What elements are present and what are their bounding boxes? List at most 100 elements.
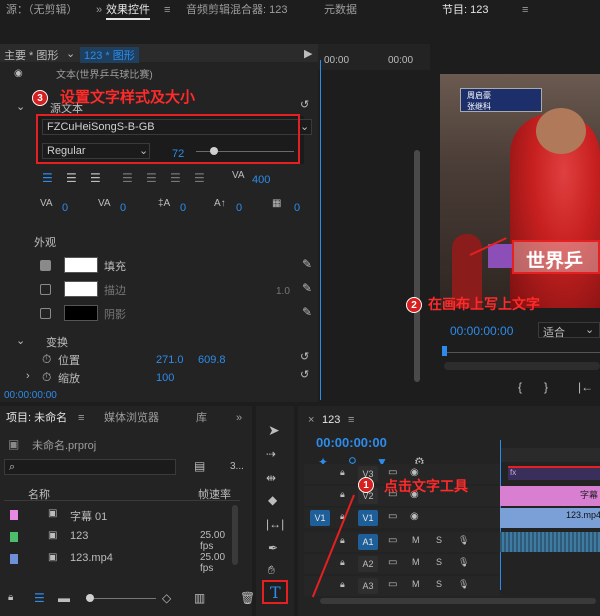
- solo-button[interactable]: S: [436, 535, 442, 545]
- tab-effect-controls[interactable]: 效果控件: [106, 0, 150, 20]
- track-select-tool-icon[interactable]: ⇢: [266, 448, 276, 460]
- scale-stopwatch-icon[interactable]: ⏱: [42, 371, 51, 383]
- automate-icon[interactable]: ▥: [194, 592, 205, 604]
- mute-button[interactable]: M: [412, 579, 420, 589]
- justify-all-icon[interactable]: ☰: [194, 172, 205, 184]
- timeline-close-icon[interactable]: ×: [308, 410, 314, 430]
- menu-icon[interactable]: »: [96, 0, 102, 20]
- track-lock-icon[interactable]: 🔒︎: [340, 489, 345, 500]
- leading-value[interactable]: 0: [180, 202, 186, 214]
- timeline-hscroll[interactable]: [320, 598, 596, 604]
- program-video-frame[interactable]: 周启豪 张继科 世界乒: [440, 74, 600, 308]
- solo-button[interactable]: S: [436, 579, 442, 589]
- selection-tool-icon[interactable]: ➤: [268, 423, 280, 437]
- zoom-slider-thumb[interactable]: [86, 594, 94, 602]
- program-timecode[interactable]: 00:00:00:00: [450, 324, 513, 338]
- new-bin-icon[interactable]: ▤: [194, 460, 205, 472]
- tracking-value[interactable]: 400: [252, 174, 270, 186]
- tab-timeline[interactable]: 123: [322, 410, 340, 430]
- stroke-value[interactable]: 1.0: [276, 286, 290, 297]
- tab-audio-mixer[interactable]: 音频剪辑混合器: 123: [186, 0, 287, 20]
- icon-view-icon[interactable]: ▬: [58, 592, 70, 604]
- align-right-icon[interactable]: ☰: [90, 172, 101, 184]
- source-text-chevron[interactable]: ⌄: [16, 100, 25, 113]
- sync-lock-icon[interactable]: ▭: [388, 535, 397, 546]
- tab-library[interactable]: 库: [196, 408, 207, 428]
- position-reset-icon[interactable]: ↺: [300, 350, 309, 363]
- shadow-eyedropper-icon[interactable]: ✎: [302, 306, 312, 318]
- go-to-in-icon[interactable]: |←: [578, 381, 593, 393]
- lock-icon[interactable]: 🔒︎: [8, 592, 13, 604]
- timeline-menu-icon[interactable]: ≡: [348, 410, 354, 430]
- voiceover-mic-icon[interactable]: 🎙︎: [458, 535, 469, 546]
- project-menu-icon[interactable]: ≡: [78, 408, 84, 428]
- audio-clip[interactable]: [500, 532, 600, 552]
- tab-metadata[interactable]: 元数据: [324, 0, 357, 20]
- mute-button[interactable]: M: [412, 535, 420, 545]
- overlay-text-box[interactable]: 世界乒: [512, 240, 600, 274]
- solo-button[interactable]: S: [436, 557, 442, 567]
- list-item[interactable]: ▣ 123.mp4 25.00 fps: [4, 549, 230, 574]
- timeline-ruler[interactable]: [500, 448, 600, 462]
- program-scrubber[interactable]: [444, 352, 600, 353]
- position-x-value[interactable]: 271.0: [156, 354, 184, 366]
- dropdown-icon[interactable]: ⌄: [66, 47, 75, 60]
- mark-out-icon[interactable]: }: [544, 381, 548, 393]
- scale-reset-icon[interactable]: ↺: [300, 368, 309, 381]
- font-family-chevron-icon[interactable]: ⌄: [300, 120, 309, 133]
- clip-label[interactable]: 123 * 图形: [80, 47, 139, 63]
- tab-program[interactable]: 节目: 123: [442, 0, 488, 20]
- shadow-swatch[interactable]: [64, 305, 98, 321]
- tab-menu-icon[interactable]: ≡: [164, 0, 170, 20]
- justify-center-icon[interactable]: ☰: [146, 172, 157, 184]
- kerning-value[interactable]: 0: [62, 202, 68, 214]
- baseline-value[interactable]: 0: [236, 202, 242, 214]
- tab-project[interactable]: 项目: 未命名: [6, 408, 67, 428]
- list-item[interactable]: ▣ 123 25.00 fps: [4, 527, 230, 552]
- list-view-icon[interactable]: ☰: [34, 592, 45, 604]
- master-clip-label[interactable]: 主要 * 图形: [4, 47, 58, 63]
- source-patch-v1[interactable]: V1: [310, 510, 330, 526]
- type-tool-button[interactable]: T: [262, 580, 288, 604]
- tab-source[interactable]: 源：（无剪辑）: [6, 0, 78, 20]
- align-center-icon[interactable]: ☰: [66, 172, 77, 184]
- align-left-icon[interactable]: ☰: [42, 172, 53, 184]
- tsume-value[interactable]: 0: [294, 202, 300, 214]
- track-eye-icon[interactable]: ◉: [410, 511, 419, 522]
- stroke-swatch[interactable]: [64, 281, 98, 297]
- effect-controls-timecode[interactable]: 00:00:00:00: [4, 390, 57, 401]
- track-target[interactable]: A2: [358, 556, 378, 572]
- timeline-timecode[interactable]: 00:00:00:00: [316, 435, 387, 450]
- label-color-swatch[interactable]: [10, 510, 18, 520]
- position-y-value[interactable]: 609.8: [198, 354, 226, 366]
- position-stopwatch-icon[interactable]: ⏱: [42, 353, 51, 365]
- track-lock-icon[interactable]: 🔒︎: [340, 467, 345, 478]
- program-menu-icon[interactable]: ≡: [522, 0, 528, 20]
- hand-tool-icon[interactable]: ✋︎: [268, 564, 275, 576]
- play-only-icon[interactable]: ▶: [304, 47, 312, 60]
- fill-swatch[interactable]: [64, 257, 98, 273]
- more-panels-icon[interactable]: »: [236, 408, 242, 428]
- tracking-alt-value[interactable]: 0: [120, 202, 126, 214]
- list-item[interactable]: ▣ 字幕 01: [4, 505, 230, 525]
- voiceover-mic-icon[interactable]: 🎙︎: [458, 557, 469, 568]
- ripple-edit-tool-icon[interactable]: ⇹: [266, 472, 276, 484]
- scale-value[interactable]: 100: [156, 372, 174, 384]
- sync-lock-icon[interactable]: ▭: [388, 557, 397, 568]
- track-lock-icon[interactable]: 🔒︎: [340, 535, 345, 546]
- project-scrollbar[interactable]: [232, 505, 238, 565]
- fill-eyedropper-icon[interactable]: ✎: [302, 258, 312, 270]
- stroke-eyedropper-icon[interactable]: ✎: [302, 282, 312, 294]
- shadow-checkbox[interactable]: [40, 308, 51, 319]
- fill-checkbox[interactable]: [40, 260, 51, 271]
- program-scrollbar[interactable]: [444, 362, 600, 370]
- track-target[interactable]: V1: [358, 510, 378, 526]
- justify-right-icon[interactable]: ☰: [170, 172, 181, 184]
- mark-in-icon[interactable]: {: [518, 381, 522, 393]
- fit-select[interactable]: 适合 ⌄: [538, 322, 600, 339]
- title-clip[interactable]: 字幕: [500, 486, 600, 506]
- program-playhead[interactable]: [442, 346, 447, 356]
- voiceover-mic-icon[interactable]: 🎙︎: [458, 579, 469, 590]
- label-color-swatch[interactable]: [10, 554, 18, 564]
- track-target[interactable]: A3: [358, 578, 378, 594]
